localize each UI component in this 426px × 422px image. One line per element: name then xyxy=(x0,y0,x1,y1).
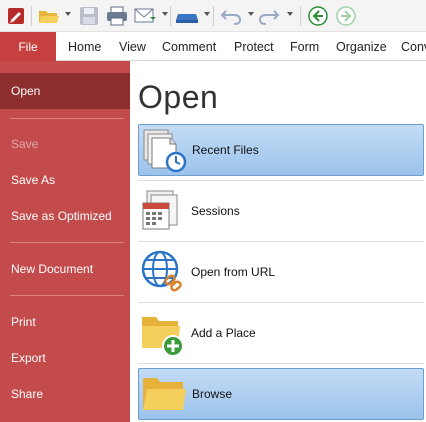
sidebar-item-open[interactable]: Open xyxy=(0,73,130,109)
tab-home[interactable]: Home xyxy=(68,32,101,61)
undo-icon[interactable] xyxy=(218,4,244,28)
save-icon[interactable] xyxy=(77,4,101,28)
sidebar-divider xyxy=(10,242,124,243)
email-dropdown-icon[interactable] xyxy=(162,12,168,16)
sessions-icon xyxy=(138,186,188,236)
globe-link-icon xyxy=(138,247,188,297)
back-icon[interactable] xyxy=(305,4,331,28)
option-open-from-url[interactable]: Open from URL xyxy=(138,246,424,298)
option-sessions[interactable]: Sessions xyxy=(138,185,424,237)
tab-convert[interactable]: Conv xyxy=(401,32,426,61)
sidebar-item-new-document[interactable]: New Document xyxy=(0,251,130,287)
undo-dropdown-icon[interactable] xyxy=(248,12,254,16)
open-folder-icon[interactable] xyxy=(36,4,62,28)
backstage-sidebar: Open Save Save As Save as Optimized New … xyxy=(0,61,130,422)
scan-icon[interactable] xyxy=(173,4,201,28)
page-title: Open xyxy=(138,79,219,115)
tab-comment[interactable]: Comment xyxy=(162,32,216,61)
open-panel: Open Recent Files Sessions Open from URL… xyxy=(130,61,426,422)
tab-form[interactable]: Form xyxy=(290,32,319,61)
option-label: Open from URL xyxy=(191,265,276,279)
scan-dropdown-icon[interactable] xyxy=(204,12,210,16)
tab-view[interactable]: View xyxy=(119,32,146,61)
print-icon[interactable] xyxy=(104,4,130,28)
redo-icon[interactable] xyxy=(256,4,282,28)
app-logo-icon[interactable] xyxy=(4,4,28,28)
sidebar-divider xyxy=(10,118,124,119)
folder-icon xyxy=(139,369,189,419)
sidebar-item-share[interactable]: Share xyxy=(0,376,130,412)
email-icon[interactable] xyxy=(133,4,159,28)
sidebar-item-save-as-optimized[interactable]: Save as Optimized xyxy=(0,198,130,234)
option-recent-files[interactable]: Recent Files xyxy=(138,124,424,176)
tab-organize[interactable]: Organize xyxy=(336,32,387,61)
option-label: Add a Place xyxy=(191,326,256,340)
quick-access-toolbar xyxy=(0,0,426,32)
sidebar-divider xyxy=(10,295,124,296)
add-folder-icon xyxy=(138,308,188,358)
option-browse[interactable]: Browse xyxy=(138,368,424,420)
option-label: Browse xyxy=(192,387,233,401)
open-dropdown-icon[interactable] xyxy=(65,12,71,16)
sidebar-item-save-as[interactable]: Save As xyxy=(0,162,130,198)
option-label: Recent Files xyxy=(192,143,259,157)
recent-files-icon xyxy=(139,125,189,175)
ribbon-tabs: File Home View Comment Protect Form Orga… xyxy=(0,32,426,61)
sidebar-item-export[interactable]: Export xyxy=(0,340,130,376)
tab-protect[interactable]: Protect xyxy=(234,32,274,61)
sidebar-item-save: Save xyxy=(11,137,39,151)
redo-dropdown-icon[interactable] xyxy=(287,12,293,16)
option-label: Sessions xyxy=(191,204,240,218)
sidebar-item-print[interactable]: Print xyxy=(0,304,130,340)
tab-file[interactable]: File xyxy=(0,32,56,61)
forward-icon[interactable] xyxy=(333,4,359,28)
option-add-a-place[interactable]: Add a Place xyxy=(138,307,424,359)
